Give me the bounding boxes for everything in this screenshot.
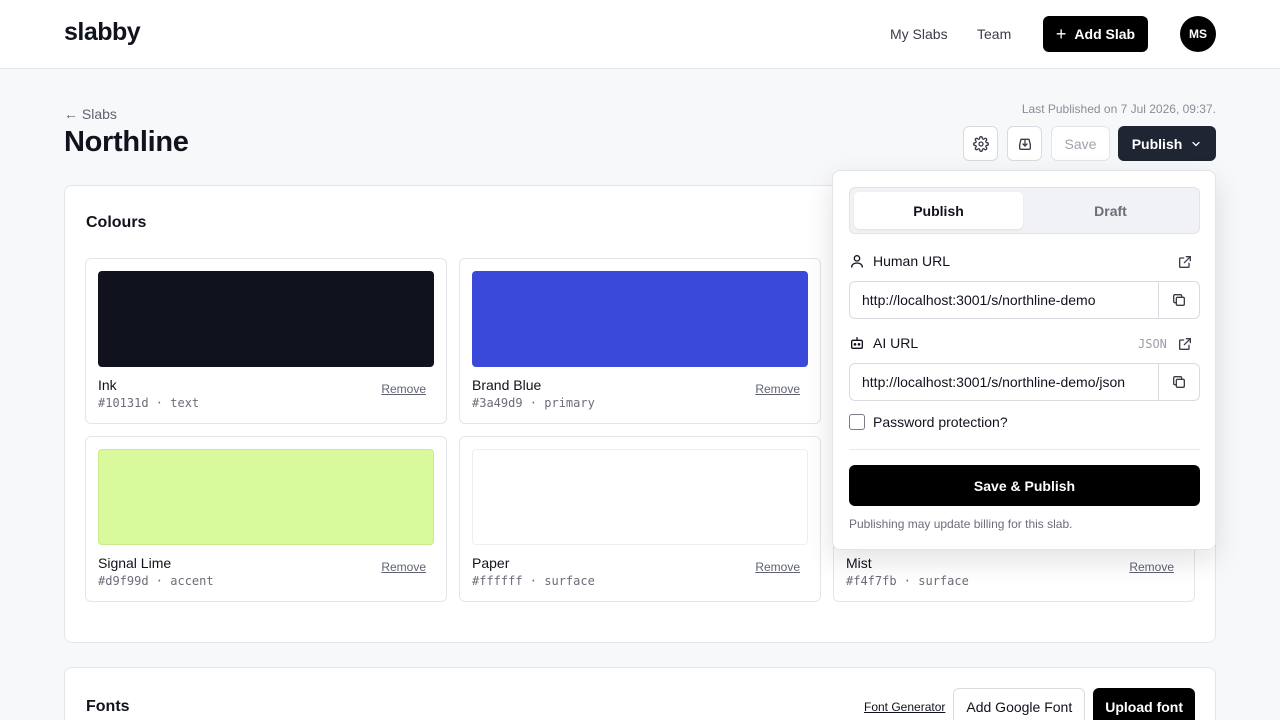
download-button[interactable] [1007,126,1042,161]
password-protection-label: Password protection? [873,414,1008,430]
publish-mode-tabs: Publish Draft [849,187,1200,234]
colour-name: Brand Blue [472,377,542,393]
copy-icon [1173,376,1185,388]
save-and-publish-button[interactable]: Save & Publish [849,465,1200,506]
colour-swatch [472,271,808,367]
gear-icon [972,135,989,152]
colour-name: Mist [846,555,872,571]
colour-card-brand-blue: Brand Blue #3a49d9 · primary Remove [459,258,821,424]
fonts-actions: Font Generator Add Google Font Upload fo… [864,688,1195,720]
colour-meta: #10131d · text [98,396,200,410]
colour-card-signal-lime: Signal Lime #d9f99d · accent Remove [85,436,447,602]
avatar[interactable]: MS [1180,16,1216,52]
ai-url-field [849,363,1200,401]
ai-url-input[interactable] [850,364,1159,400]
add-slab-label: Add Slab [1074,26,1136,42]
remove-colour-button[interactable]: Remove [381,382,426,396]
copy-icon [1173,294,1185,306]
publish-popover: Publish Draft Human URL AI URL JSON [832,170,1216,550]
chevron-down-icon [1192,141,1200,146]
copy-ai-url-button[interactable] [1158,364,1199,400]
colour-swatch [472,449,808,545]
colour-meta: #ffffff · surface [472,574,595,588]
tab-draft[interactable]: Draft [1026,192,1195,229]
colour-name: Signal Lime [98,555,172,571]
upload-font-button[interactable]: Upload font [1093,688,1195,720]
colour-swatch [98,449,434,545]
external-link-icon[interactable] [1177,254,1193,270]
font-generator-link[interactable]: Font Generator [864,700,945,714]
add-google-font-button[interactable]: Add Google Font [953,688,1086,720]
colour-card-ink: Ink #10131d · text Remove [85,258,447,424]
save-button[interactable]: Save [1051,126,1110,161]
publish-dropdown-button[interactable]: Publish [1118,126,1216,161]
page-title: Northline [64,126,189,158]
logo[interactable]: slabby [64,18,141,47]
human-url-field [849,281,1200,319]
download-icon [1018,138,1031,150]
colours-title: Colours [86,214,147,231]
remove-colour-button[interactable]: Remove [755,560,800,574]
remove-colour-button[interactable]: Remove [1129,560,1174,574]
plus-icon: + [1055,24,1067,44]
nav-team[interactable]: Team [977,26,1011,42]
colour-name: Paper [472,555,510,571]
colour-name: Ink [98,377,117,393]
settings-button[interactable] [963,126,998,161]
colour-card-paper: Paper #ffffff · surface Remove [459,436,821,602]
robot-icon [851,337,863,349]
user-icon [851,254,863,268]
colour-meta: #f4f7fb · surface [846,574,969,588]
fonts-section: Fonts Font Generator Add Google Font Upl… [64,667,1216,720]
remove-colour-button[interactable]: Remove [381,560,426,574]
colour-meta: #d9f99d · accent [98,574,214,588]
password-protection-row[interactable]: Password protection? [849,414,1008,430]
divider [849,449,1200,450]
copy-human-url-button[interactable] [1158,282,1199,318]
nav-my-slabs[interactable]: My Slabs [890,26,948,42]
human-url-input[interactable] [850,282,1159,318]
colour-swatch [98,271,434,367]
ai-format-tag: JSON [1138,337,1167,351]
remove-colour-button[interactable]: Remove [755,382,800,396]
add-slab-button[interactable]: + Add Slab [1043,16,1148,52]
last-published-timestamp: Last Published on 7 Jul 2026, 09:37. [1021,102,1216,116]
ai-url-label: AI URL [849,335,918,351]
tab-publish[interactable]: Publish [854,192,1023,229]
password-protection-checkbox[interactable] [849,414,865,430]
fonts-title: Fonts [86,698,130,715]
top-bar: slabby My Slabs Team + Add Slab MS [0,0,1280,69]
breadcrumb-back-link[interactable]: ← Slabs [64,106,117,122]
human-url-label: Human URL [849,253,950,269]
billing-note: Publishing may update billing for this s… [849,517,1073,531]
publish-button-label: Publish [1131,135,1183,152]
colour-meta: #3a49d9 · primary [472,396,595,410]
external-link-icon[interactable] [1177,336,1193,352]
